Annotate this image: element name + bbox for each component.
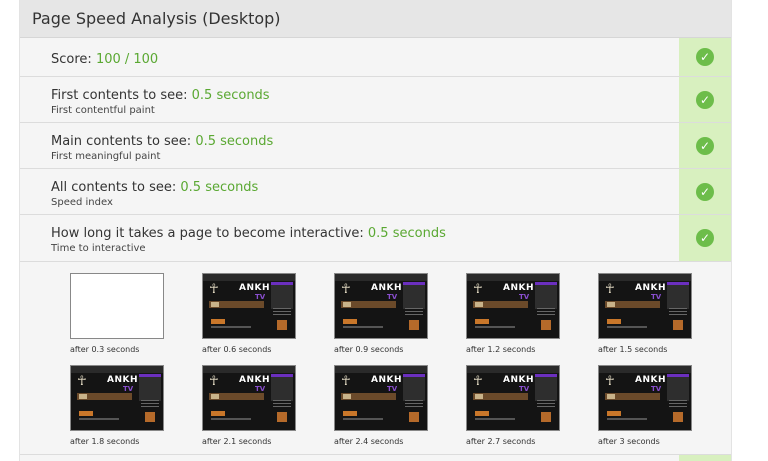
panel-header: Page Speed Analysis (Desktop) bbox=[20, 0, 731, 38]
metric-value: 0.5 seconds bbox=[195, 133, 274, 149]
filmstrip: after 0.3 seconds ☥ ANKH TV after 0.6 second… bbox=[20, 262, 731, 455]
site-logo: ANKH bbox=[239, 283, 271, 293]
metric-subtitle: Speed index bbox=[51, 196, 113, 208]
frame-caption: after 0.3 seconds bbox=[70, 345, 140, 354]
frame-caption: after 0.6 seconds bbox=[202, 345, 272, 354]
frame-caption: after 2.1 seconds bbox=[202, 437, 272, 446]
ankh-icon: ☥ bbox=[473, 374, 483, 389]
metric-label: First contents to see: bbox=[51, 87, 192, 103]
filmstrip-frame: ☥ ANKH TV after 1.5 seconds bbox=[598, 273, 692, 354]
metric-subtitle: First contentful paint bbox=[51, 104, 155, 116]
site-logo: ANKH bbox=[635, 375, 667, 385]
site-logo: ANKH bbox=[371, 375, 403, 385]
ankh-icon: ☥ bbox=[605, 282, 615, 297]
site-logo-sub: TV bbox=[519, 293, 530, 301]
check-icon: ✓ bbox=[696, 136, 714, 155]
frame-caption: after 1.2 seconds bbox=[466, 345, 536, 354]
check-icon: ✓ bbox=[696, 48, 714, 66]
frame-caption: after 2.4 seconds bbox=[334, 437, 404, 446]
metric-label: How long it takes a page to become inter… bbox=[51, 226, 368, 241]
site-logo-sub: TV bbox=[387, 385, 398, 393]
frame-screenshot: ☥ ANKH TV bbox=[70, 365, 164, 431]
metric-value: 0.5 seconds bbox=[180, 179, 259, 195]
status-cell: ✓ bbox=[679, 215, 731, 261]
frame-screenshot: ☥ ANKH TV bbox=[598, 273, 692, 339]
frame-screenshot: ☥ ANKH TV bbox=[466, 365, 560, 431]
metric-label: Main contents to see: bbox=[51, 133, 196, 149]
frame-screenshot: ☥ ANKH TV bbox=[466, 273, 560, 339]
next-row bbox=[20, 455, 731, 461]
ankh-icon: ☥ bbox=[473, 282, 483, 297]
ankh-icon: ☥ bbox=[77, 374, 87, 389]
score-row: Score: 100 / 100 ✓ bbox=[20, 38, 731, 77]
site-logo-sub: TV bbox=[387, 293, 398, 301]
page-speed-panel: Page Speed Analysis (Desktop) Score: 100… bbox=[19, 0, 732, 461]
site-logo: ANKH bbox=[239, 375, 271, 385]
filmstrip-frame: ☥ ANKH TV after 0.9 seconds bbox=[334, 273, 428, 354]
site-logo: ANKH bbox=[371, 283, 403, 293]
frame-screenshot: ☥ ANKH TV bbox=[202, 365, 296, 431]
check-icon: ✓ bbox=[696, 90, 714, 109]
filmstrip-frame: after 0.3 seconds bbox=[70, 273, 164, 354]
metric-label: All contents to see: bbox=[51, 179, 181, 195]
filmstrip-frame: ☥ ANKH TV after 2.1 seconds bbox=[202, 365, 296, 446]
filmstrip-frame: ☥ ANKH TV after 0.6 seconds bbox=[202, 273, 296, 354]
site-logo-sub: TV bbox=[651, 385, 662, 393]
ankh-icon: ☥ bbox=[209, 282, 219, 297]
frame-caption: after 3 seconds bbox=[598, 437, 660, 446]
site-logo: ANKH bbox=[107, 375, 139, 385]
metric-row-fmp: Main contents to see: 0.5 seconds First … bbox=[20, 123, 731, 169]
frame-screenshot: ☥ ANKH TV bbox=[334, 365, 428, 431]
frame-screenshot: ☥ ANKH TV bbox=[334, 273, 428, 339]
panel-title: Page Speed Analysis (Desktop) bbox=[32, 9, 281, 28]
frame-screenshot bbox=[70, 273, 164, 339]
metric-row-fcp: First contents to see: 0.5 seconds First… bbox=[20, 77, 731, 123]
status-cell: ✓ bbox=[679, 38, 731, 76]
frame-caption: after 1.5 seconds bbox=[598, 345, 668, 354]
check-icon: ✓ bbox=[696, 182, 714, 201]
ankh-icon: ☥ bbox=[605, 374, 615, 389]
score-value: 100 / 100 bbox=[95, 51, 159, 67]
metric-subtitle: Time to interactive bbox=[51, 243, 146, 254]
site-logo: ANKH bbox=[503, 283, 535, 293]
filmstrip-frame: ☥ ANKH TV after 1.8 seconds bbox=[70, 365, 164, 446]
filmstrip-frame: ☥ ANKH TV after 3 seconds bbox=[598, 365, 692, 446]
score-label: Score: bbox=[51, 51, 96, 67]
frame-caption: after 1.8 seconds bbox=[70, 437, 140, 446]
ankh-icon: ☥ bbox=[209, 374, 219, 389]
status-cell: ✓ bbox=[679, 123, 731, 168]
filmstrip-frame: ☥ ANKH TV after 2.4 seconds bbox=[334, 365, 428, 446]
metric-value: 0.5 seconds bbox=[367, 226, 446, 241]
filmstrip-frame: ☥ ANKH TV after 1.2 seconds bbox=[466, 273, 560, 354]
filmstrip-frame: ☥ ANKH TV after 2.7 seconds bbox=[466, 365, 560, 446]
frame-caption: after 0.9 seconds bbox=[334, 345, 404, 354]
site-logo-sub: TV bbox=[255, 293, 266, 301]
ankh-icon: ☥ bbox=[341, 374, 351, 389]
frame-caption: after 2.7 seconds bbox=[466, 437, 536, 446]
status-cell: ✓ bbox=[679, 169, 731, 214]
check-icon: ✓ bbox=[696, 229, 714, 247]
status-cell bbox=[679, 455, 731, 461]
frame-screenshot: ☥ ANKH TV bbox=[598, 365, 692, 431]
site-logo-sub: TV bbox=[255, 385, 266, 393]
metric-row-speed-index: All contents to see: 0.5 seconds Speed i… bbox=[20, 169, 731, 215]
site-logo-sub: TV bbox=[123, 385, 134, 393]
ankh-icon: ☥ bbox=[341, 282, 351, 297]
site-logo: ANKH bbox=[503, 375, 535, 385]
status-cell: ✓ bbox=[679, 77, 731, 122]
frame-screenshot: ☥ ANKH TV bbox=[202, 273, 296, 339]
metric-row-tti: How long it takes a page to become inter… bbox=[20, 215, 731, 262]
metric-value: 0.5 seconds bbox=[191, 87, 270, 103]
metric-subtitle: First meaningful paint bbox=[51, 150, 161, 162]
site-logo-sub: TV bbox=[519, 385, 530, 393]
site-logo: ANKH bbox=[635, 283, 667, 293]
site-logo-sub: TV bbox=[651, 293, 662, 301]
